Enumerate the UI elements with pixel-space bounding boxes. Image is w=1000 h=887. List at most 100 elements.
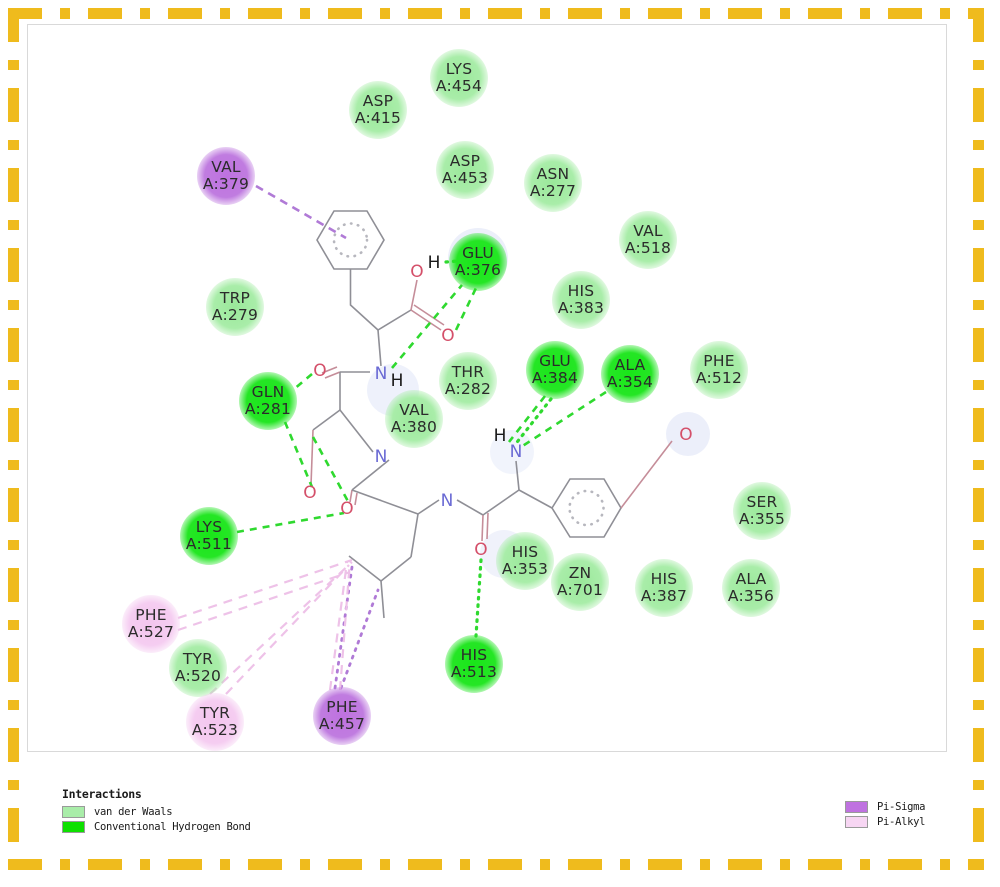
- atom-label-h: H: [493, 426, 507, 446]
- atom-label-n: N: [509, 442, 523, 462]
- residue-id: A:457: [318, 714, 366, 733]
- residue-val-a-379[interactable]: VAL A:379: [197, 147, 255, 205]
- residue-thr-a-282[interactable]: THR A:282: [439, 352, 497, 410]
- residue-asn-a-277[interactable]: ASN A:277: [524, 154, 582, 212]
- residue-gln-a-281[interactable]: GLN A:281: [239, 372, 297, 430]
- atom-label-n: N: [440, 491, 454, 511]
- residue-id: A:518: [624, 238, 672, 257]
- residue-tyr-a-523[interactable]: TYR A:523: [186, 693, 244, 751]
- residue-id: A:355: [738, 509, 786, 528]
- legend-label-pi-sigma: Pi-Sigma: [877, 801, 926, 813]
- residue-name: TYR: [182, 650, 214, 668]
- residue-name: ASP: [449, 152, 481, 170]
- atom-label-o: O: [474, 540, 488, 560]
- residue-name: HIS: [650, 570, 678, 588]
- residue-id: A:513: [450, 662, 498, 681]
- residue-name: PHE: [135, 606, 167, 624]
- residue-name: GLU: [462, 244, 494, 262]
- residue-phe-a-527[interactable]: PHE A:527: [122, 595, 180, 653]
- residue-name: ASN: [536, 165, 570, 183]
- legend-item-vdw: van der Waals: [62, 806, 251, 818]
- residue-name: ALA: [614, 356, 646, 374]
- residue-id: A:282: [444, 379, 492, 398]
- legend-title: Interactions: [62, 787, 142, 801]
- residue-id: A:383: [557, 298, 605, 317]
- legend-swatch-hbond: [62, 821, 85, 833]
- residue-name: HIS: [511, 543, 539, 561]
- residue-ala-a-356[interactable]: ALA A:356: [722, 559, 780, 617]
- residue-name: HIS: [460, 646, 488, 664]
- residue-id: A:281: [244, 399, 292, 418]
- legend-left: Interactions van der Waals Conventional …: [62, 787, 251, 836]
- residue-name: VAL: [633, 222, 663, 240]
- residue-id: A:415: [354, 108, 402, 127]
- residue-id: A:520: [174, 666, 222, 685]
- residue-name: GLU: [539, 352, 571, 370]
- atom-label-n: N: [374, 447, 388, 467]
- residue-name: GLN: [251, 383, 285, 401]
- residue-id: A:376: [454, 260, 502, 279]
- legend-item-pi-sigma: Pi-Sigma: [845, 801, 925, 813]
- residue-id: A:387: [640, 586, 688, 605]
- residue-ala-a-354[interactable]: ALA A:354: [601, 345, 659, 403]
- residue-id: A:511: [185, 534, 233, 553]
- residue-id: A:453: [441, 168, 489, 187]
- residue-glu-a-376[interactable]: GLU A:376: [449, 233, 507, 291]
- residue-tyr-a-520[interactable]: TYR A:520: [169, 639, 227, 697]
- atom-label-o: O: [410, 262, 424, 282]
- frame-edge-right: [973, 8, 984, 870]
- residue-id: A:384: [531, 368, 579, 387]
- residue-trp-a-279[interactable]: TRP A:279: [206, 278, 264, 336]
- residue-phe-a-512[interactable]: PHE A:512: [690, 341, 748, 399]
- frame-edge-bottom: [8, 859, 984, 870]
- residue-his-a-353[interactable]: HIS A:353: [496, 532, 554, 590]
- residue-id: A:454: [435, 76, 483, 95]
- residue-name: VAL: [399, 401, 429, 419]
- residue-ser-a-355[interactable]: SER A:355: [733, 482, 791, 540]
- residue-name: TRP: [219, 289, 251, 307]
- legend-item-pi-alkyl: Pi-Alkyl: [845, 816, 925, 828]
- residue-id: A:512: [695, 368, 743, 387]
- atom-label-h: H: [427, 253, 441, 273]
- residue-name: VAL: [211, 158, 241, 176]
- residue-name: ASP: [362, 92, 394, 110]
- residue-asp-a-453[interactable]: ASP A:453: [436, 141, 494, 199]
- residue-his-a-387[interactable]: HIS A:387: [635, 559, 693, 617]
- residue-name: PHE: [326, 698, 358, 716]
- frame-edge-left: [8, 8, 19, 870]
- residue-phe-a-457[interactable]: PHE A:457: [313, 687, 371, 745]
- residue-lys-a-511[interactable]: LYS A:511: [180, 507, 238, 565]
- residue-name: HIS: [567, 282, 595, 300]
- residue-val-a-518[interactable]: VAL A:518: [619, 211, 677, 269]
- residue-name: PHE: [703, 352, 735, 370]
- atom-label-o: O: [340, 499, 354, 519]
- residue-id: A:279: [211, 305, 259, 324]
- residue-id: A:356: [727, 586, 775, 605]
- legend-item-hbond: Conventional Hydrogen Bond: [62, 821, 251, 833]
- legend-label-vdw: van der Waals: [94, 806, 173, 818]
- residue-lys-a-454[interactable]: LYS A:454: [430, 49, 488, 107]
- legend-label-pi-alkyl: Pi-Alkyl: [877, 816, 926, 828]
- legend-label-hbond: Conventional Hydrogen Bond: [94, 821, 251, 833]
- atom-label-o: O: [303, 483, 317, 503]
- residue-val-a-380[interactable]: VAL A:380: [385, 390, 443, 448]
- residue-id: A:353: [501, 559, 549, 578]
- residue-zn-a-701[interactable]: ZN A:701: [551, 553, 609, 611]
- residue-glu-a-384[interactable]: GLU A:384: [526, 341, 584, 399]
- residue-id: A:380: [390, 417, 438, 436]
- residue-his-a-383[interactable]: HIS A:383: [552, 271, 610, 329]
- legend-swatch-pi-sigma: [845, 801, 868, 813]
- residue-id: A:379: [202, 174, 250, 193]
- residue-name: SER: [746, 493, 778, 511]
- residue-id: A:354: [606, 372, 654, 391]
- residue-name: THR: [451, 363, 485, 381]
- residue-name: LYS: [195, 518, 223, 536]
- legend-swatch-vdw: [62, 806, 85, 818]
- residue-his-a-513[interactable]: HIS A:513: [445, 635, 503, 693]
- legend-swatch-pi-alkyl: [845, 816, 868, 828]
- residue-asp-a-415[interactable]: ASP A:415: [349, 81, 407, 139]
- residue-id: A:277: [529, 181, 577, 200]
- frame-edge-top: [8, 8, 984, 19]
- residue-id: A:527: [127, 622, 175, 641]
- residue-id: A:701: [556, 580, 604, 599]
